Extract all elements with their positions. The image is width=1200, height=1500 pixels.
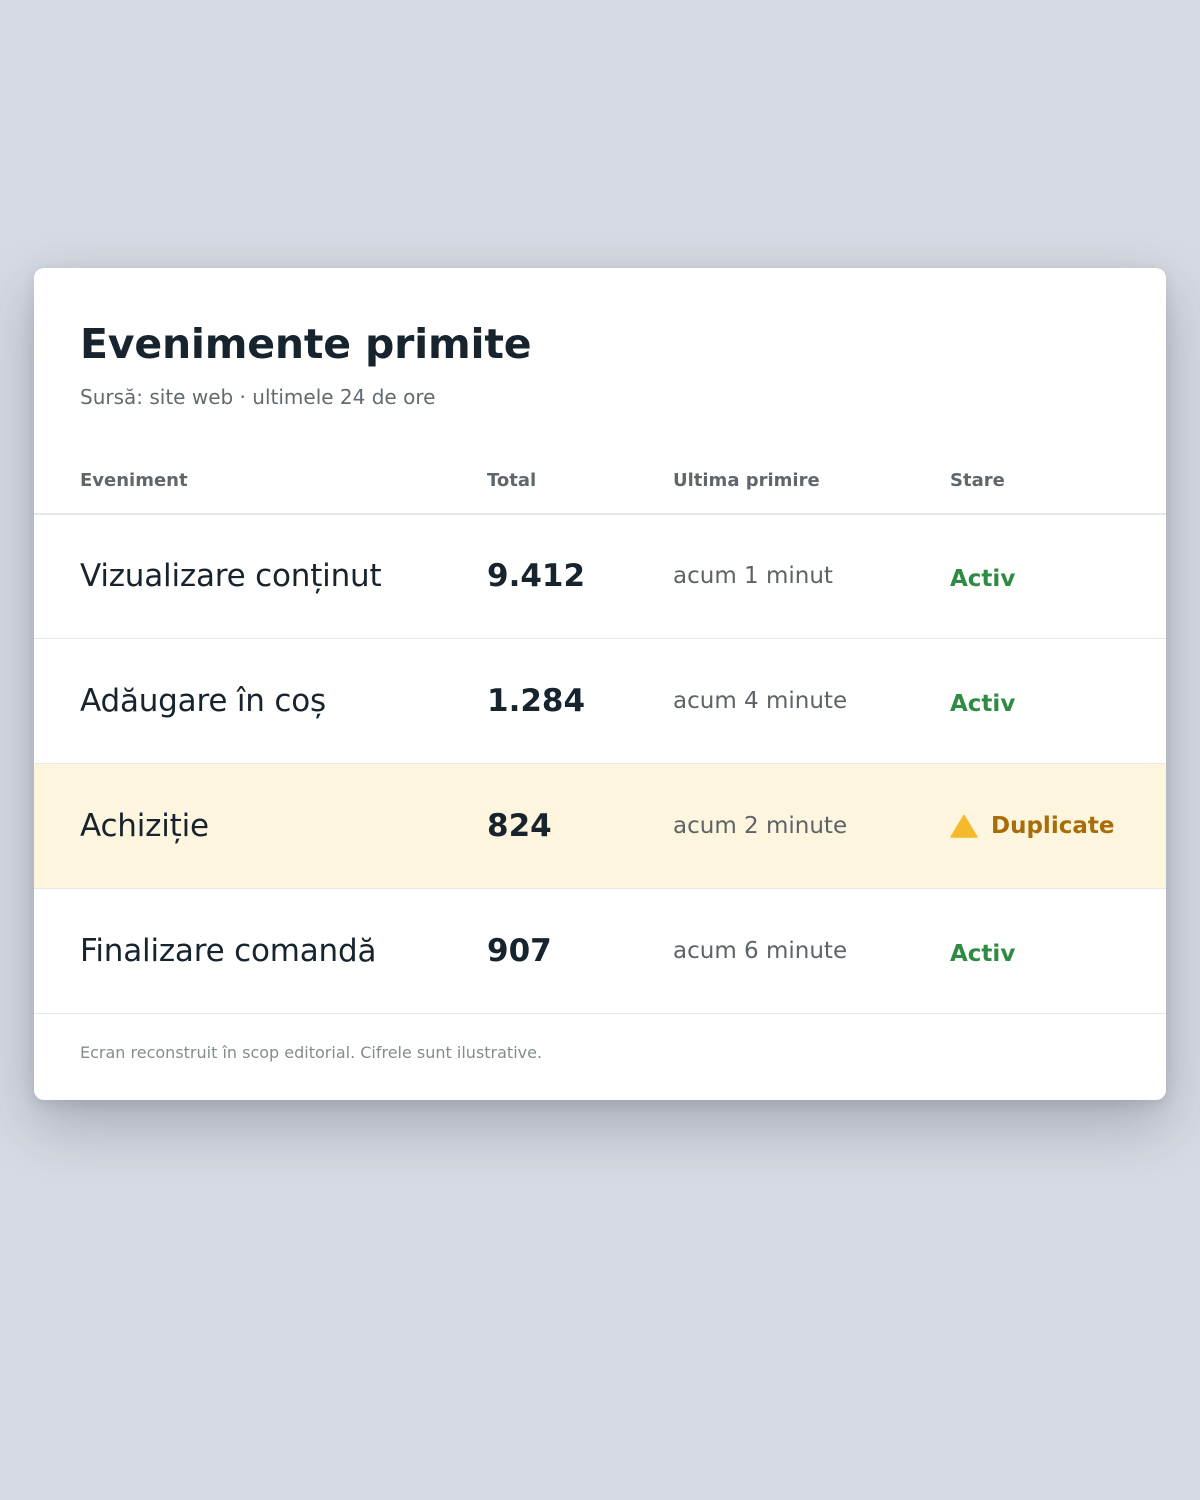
warning-triangle-icon: [950, 814, 978, 838]
table-row[interactable]: Finalizare comandă 907 acum 6 minute Act…: [34, 889, 1166, 1014]
status-badge: Activ: [950, 941, 1016, 967]
footer-note: Ecran reconstruit în scop editorial. Cif…: [80, 1043, 543, 1062]
column-header-status[interactable]: Stare: [950, 466, 1005, 496]
status-badge-duplicate: Duplicate: [950, 764, 1114, 888]
event-last-received: acum 1 minut: [673, 563, 833, 589]
event-name: Achiziție: [80, 808, 209, 844]
page-title: Evenimente primite: [80, 320, 532, 368]
column-header-event[interactable]: Eveniment: [80, 466, 188, 496]
event-total: 9.412: [487, 558, 586, 594]
event-last-received: acum 2 minute: [673, 813, 848, 839]
table-row[interactable]: Adăugare în coș 1.284 acum 4 minute Acti…: [34, 639, 1166, 764]
column-header-last-received[interactable]: Ultima primire: [673, 466, 820, 496]
status-badge: Activ: [950, 566, 1016, 592]
page-subtitle: Sursă: site web · ultimele 24 de ore: [80, 385, 436, 409]
event-name: Adăugare în coș: [80, 683, 326, 719]
event-total: 824: [487, 808, 552, 844]
column-header-total[interactable]: Total: [487, 466, 536, 496]
event-total: 1.284: [487, 683, 586, 719]
event-total: 907: [487, 933, 552, 969]
status-label: Duplicate: [991, 813, 1115, 839]
table-row[interactable]: Vizualizare conținut 9.412 acum 1 minut …: [34, 514, 1166, 639]
event-last-received: acum 6 minute: [673, 938, 848, 964]
events-card: Evenimente primite Sursă: site web · ult…: [34, 268, 1166, 1100]
table-row-warning[interactable]: Achiziție 824 acum 2 minute Duplicate: [34, 764, 1166, 889]
event-last-received: acum 4 minute: [673, 688, 848, 714]
event-name: Vizualizare conținut: [80, 558, 382, 594]
table-header: Eveniment Total Ultima primire Stare: [34, 466, 1166, 515]
event-name: Finalizare comandă: [80, 933, 377, 969]
status-badge: Activ: [950, 691, 1016, 717]
